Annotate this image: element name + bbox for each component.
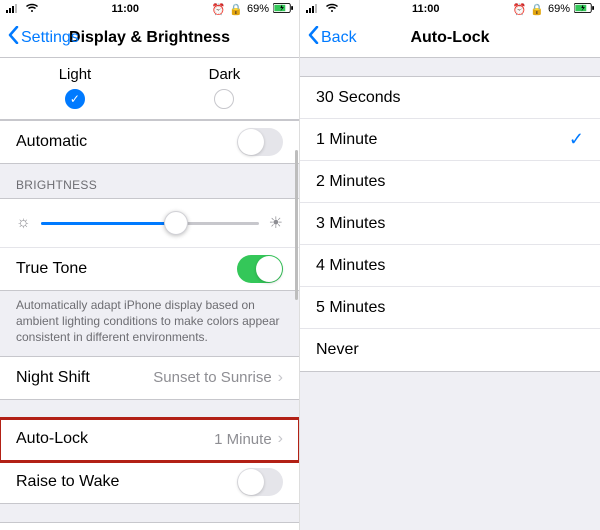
check-icon: ✓	[569, 129, 584, 150]
raise-to-wake-toggle[interactable]	[237, 468, 283, 496]
auto-lock-option[interactable]: 3 Minutes	[300, 203, 600, 245]
option-label: 2 Minutes	[316, 173, 385, 191]
brightness-slider[interactable]	[41, 222, 259, 225]
option-label: 30 Seconds	[316, 89, 401, 107]
battery-percent: 69%	[247, 3, 269, 15]
back-button[interactable]: Settings	[8, 26, 79, 49]
appearance-light[interactable]: Light ✓	[59, 66, 92, 109]
battery-icon	[273, 3, 293, 16]
true-tone-note: Automatically adapt iPhone display based…	[0, 291, 299, 356]
option-label: 3 Minutes	[316, 215, 385, 233]
status-time: 11:00	[112, 3, 140, 15]
brightness-slider-row: ☼ ☀	[0, 199, 299, 248]
orientation-lock-icon: 🔒	[530, 3, 544, 16]
chevron-left-icon	[8, 26, 19, 49]
raise-to-wake-label: Raise to Wake	[16, 473, 119, 491]
row-raise-to-wake[interactable]: Raise to Wake	[0, 461, 299, 503]
auto-lock-label: Auto-Lock	[16, 430, 88, 448]
true-tone-label: True Tone	[16, 260, 87, 278]
screen-auto-lock: 11:00 ⏰ 🔒 69% Back Auto-Lock 30 Seconds 1…	[300, 0, 600, 530]
wifi-icon	[25, 3, 39, 16]
appearance-picker: Light ✓ Dark	[0, 58, 299, 120]
appearance-dark[interactable]: Dark	[209, 66, 241, 109]
battery-icon	[574, 3, 594, 16]
appearance-light-label: Light	[59, 66, 92, 83]
night-shift-label: Night Shift	[16, 369, 90, 387]
row-night-shift[interactable]: Night Shift Sunset to Sunrise ›	[0, 357, 299, 399]
option-label: 1 Minute	[316, 131, 377, 149]
row-text-size[interactable]: Text Size ›	[0, 523, 299, 530]
back-label: Settings	[21, 29, 79, 47]
automatic-toggle[interactable]	[237, 128, 283, 156]
brightness-header: BRIGHTNESS	[0, 164, 299, 198]
status-bar: 11:00 ⏰ 🔒 69%	[300, 0, 600, 18]
slider-thumb[interactable]	[164, 211, 188, 235]
signal-icon	[6, 3, 21, 16]
chevron-right-icon: ›	[278, 369, 283, 387]
back-button[interactable]: Back	[308, 26, 357, 49]
status-time: 11:00	[412, 3, 440, 15]
row-automatic[interactable]: Automatic	[0, 121, 299, 163]
alarm-icon: ⏰	[513, 3, 527, 16]
signal-icon	[306, 3, 321, 16]
sun-max-icon: ☀	[269, 213, 283, 233]
auto-lock-option[interactable]: 4 Minutes	[300, 245, 600, 287]
automatic-label: Automatic	[16, 133, 87, 151]
auto-lock-option[interactable]: 5 Minutes	[300, 287, 600, 329]
row-true-tone[interactable]: True Tone	[0, 248, 299, 290]
auto-lock-option[interactable]: 1 Minute ✓	[300, 119, 600, 161]
alarm-icon: ⏰	[212, 3, 226, 16]
auto-lock-value: 1 Minute	[214, 431, 272, 448]
nav-bar: Back Auto-Lock	[300, 18, 600, 58]
status-bar: 11:00 ⏰ 🔒 69%	[0, 0, 299, 18]
auto-lock-option[interactable]: 2 Minutes	[300, 161, 600, 203]
auto-lock-option[interactable]: Never	[300, 329, 600, 371]
back-label: Back	[321, 29, 357, 47]
auto-lock-option[interactable]: 30 Seconds	[300, 77, 600, 119]
row-auto-lock[interactable]: Auto-Lock 1 Minute ›	[0, 419, 299, 461]
radio-unchecked-icon	[214, 89, 234, 109]
orientation-lock-icon: 🔒	[229, 3, 243, 16]
option-label: 4 Minutes	[316, 257, 385, 275]
night-shift-value: Sunset to Sunrise	[153, 369, 271, 386]
wifi-icon	[325, 3, 339, 16]
radio-checked-icon: ✓	[65, 89, 85, 109]
auto-lock-options: 30 Seconds 1 Minute ✓ 2 Minutes 3 Minutes 4 M…	[300, 76, 600, 372]
chevron-left-icon	[308, 26, 319, 49]
chevron-right-icon: ›	[278, 430, 283, 448]
nav-bar: Settings Display & Brightness	[0, 18, 299, 58]
true-tone-toggle[interactable]	[237, 255, 283, 283]
option-label: 5 Minutes	[316, 299, 385, 317]
battery-percent: 69%	[548, 3, 570, 15]
option-label: Never	[316, 341, 359, 359]
screen-display-brightness: 11:00 ⏰ 🔒 69% Settings Display & Brightn…	[0, 0, 300, 530]
scrollbar[interactable]	[295, 150, 298, 300]
appearance-dark-label: Dark	[209, 66, 241, 83]
sun-min-icon: ☼	[16, 214, 31, 232]
